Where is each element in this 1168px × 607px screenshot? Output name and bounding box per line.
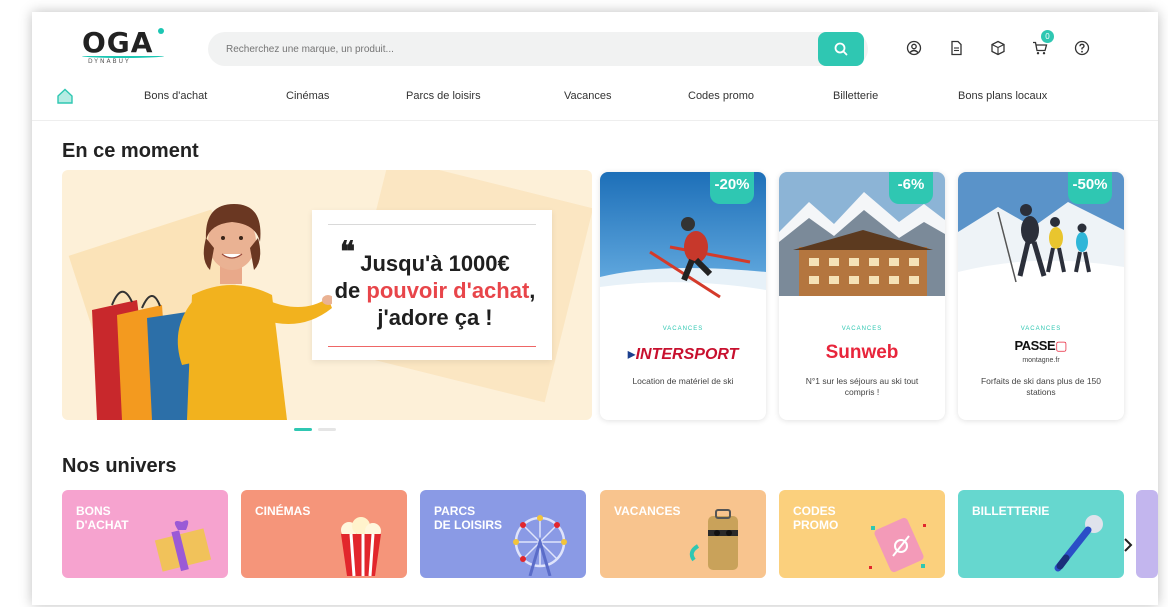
nav-item-parcs-loisirs[interactable]: Parcs de loisirs — [406, 90, 481, 102]
document-icon — [951, 40, 962, 56]
discount-percent: -50% — [1072, 176, 1108, 193]
universe-card-codes-promo[interactable]: CODES PROMO — [779, 490, 945, 578]
nav-item-vacances[interactable]: Vacances — [564, 90, 612, 102]
oga-logo[interactable]: OGA DYNABUY — [82, 26, 164, 76]
section-title-now: En ce moment — [62, 140, 199, 162]
search-icon — [834, 42, 848, 56]
help-icon — [1074, 40, 1090, 56]
hero-quote-card: ❝ Jusqu'à 1000€ de pouvoir d'achat, j'ad… — [312, 210, 552, 360]
deal-card-intersport[interactable]: -20% VACANCES ▸INTERSPORT Location de ma… — [600, 172, 766, 420]
discount-percent: -6% — [897, 176, 925, 193]
hero-line-2-suffix: , — [529, 278, 536, 303]
logo-subtext: DYNABUY — [88, 58, 131, 65]
brand-passe-montagne-logo: PASSE▢ montagne.fr — [958, 338, 1124, 367]
orders-button[interactable] — [944, 36, 968, 60]
brand-intersport-logo: ▸INTERSPORT — [600, 344, 766, 364]
suitcase-character-icon — [689, 509, 738, 570]
chevron-right-icon — [1124, 538, 1133, 552]
carousel-dot-active[interactable] — [294, 428, 312, 431]
microphone-icon — [1054, 515, 1103, 572]
nav-item-billetterie[interactable]: Billetterie — [833, 90, 878, 102]
deal-category: VACANCES — [662, 326, 704, 332]
deal-description: N°1 sur les séjours au ski tout compris … — [805, 376, 919, 397]
discount-badge: -50% — [1068, 172, 1112, 204]
hero-line-2-prefix: de — [334, 278, 367, 303]
nav-item-bons-plans-locaux[interactable]: Bons plans locaux — [958, 90, 1047, 102]
universe-label: BONS D'ACHAT — [76, 504, 129, 532]
universe-label: CODES PROMO — [793, 504, 839, 532]
discount-percent: -20% — [714, 176, 750, 193]
nav-item-cinemas[interactable]: Cinémas — [286, 90, 329, 102]
brand-subtext: montagne.fr — [1022, 357, 1060, 364]
universe-label: PARCS DE LOISIRS — [434, 504, 503, 532]
quote-line-bottom — [328, 346, 536, 347]
promo-ticket-icon — [869, 517, 926, 573]
hero-line-3: j'adore ça ! — [377, 305, 493, 330]
brand-mark-icon: ▢ — [1055, 338, 1068, 353]
deal-description: Location de matériel de ski — [632, 376, 734, 386]
header-icons: 0 — [902, 30, 1094, 60]
deal-card-passe-montagne[interactable]: -50% VACANCES PASSE▢ montagne.fr Forfait… — [958, 172, 1124, 420]
cart-button[interactable]: 0 — [1028, 30, 1054, 60]
brand-name: Sunweb — [825, 342, 899, 363]
logo-dot — [158, 28, 164, 34]
deal-category: VACANCES — [1020, 326, 1062, 332]
universe-card-bons-achat[interactable]: BONS D'ACHAT — [62, 490, 228, 578]
account-button[interactable] — [902, 36, 926, 60]
section-title-universes: Nos univers — [62, 455, 177, 477]
home-icon — [57, 88, 73, 104]
woman-shopping-bags-illustration — [92, 204, 332, 420]
ferris-wheel-icon — [513, 515, 567, 576]
header-divider — [32, 120, 1158, 121]
brand-name: INTERSPORT — [635, 346, 739, 363]
universe-card-partial[interactable] — [1136, 490, 1158, 578]
discount-badge: -20% — [710, 172, 754, 204]
hero-banner[interactable]: ❝ Jusqu'à 1000€ de pouvoir d'achat, j'ad… — [62, 170, 592, 420]
universe-card-vacances[interactable]: VACANCES — [600, 490, 766, 578]
gift-card-icon — [154, 520, 212, 572]
search-button[interactable] — [818, 32, 864, 66]
universe-label: CINÉMAS — [255, 504, 311, 518]
packages-button[interactable] — [986, 36, 1010, 60]
package-icon — [991, 40, 1005, 56]
hero-carousel-dots — [294, 428, 336, 431]
discount-badge: -6% — [889, 172, 933, 204]
deal-category: VACANCES — [841, 326, 883, 332]
site-header: OGA DYNABUY Recherchez une marque, un pr… — [32, 12, 1158, 122]
quote-line-top — [328, 224, 536, 225]
universe-card-parcs-loisirs[interactable]: PARCS DE LOISIRS — [420, 490, 586, 578]
deal-description: Forfaits de ski dans plus de 150 station… — [980, 376, 1101, 397]
deal-card-sunweb[interactable]: -6% VACANCES Sunweb N°1 sur les séjours … — [779, 172, 945, 420]
hero-line-2-highlight: pouvoir d'achat — [366, 278, 530, 303]
help-button[interactable] — [1070, 36, 1094, 60]
popcorn-icon — [341, 517, 381, 576]
brand-name: PASSE — [1014, 338, 1056, 353]
nav-item-bons-achat[interactable]: Bons d'achat — [144, 90, 207, 102]
intersport-chevron-icon: ▸ — [627, 346, 636, 363]
universes-next-button[interactable] — [1120, 534, 1136, 556]
universe-card-billetterie[interactable]: BILLETTERIE — [958, 490, 1124, 578]
main-nav: Bons d'achat Cinémas Parcs de loisirs Va… — [32, 82, 1158, 112]
hero-line-1: Jusqu'à 1000€ — [360, 251, 510, 276]
universe-label: VACANCES — [614, 504, 681, 518]
search-input[interactable] — [208, 32, 868, 66]
cart-count-badge: 0 — [1041, 30, 1054, 43]
home-button[interactable] — [56, 87, 76, 107]
carousel-dot[interactable] — [318, 428, 336, 431]
page-frame: OGA DYNABUY Recherchez une marque, un pr… — [32, 12, 1158, 605]
universe-card-cinemas[interactable]: CINÉMAS — [241, 490, 407, 578]
user-icon — [906, 40, 922, 56]
nav-item-codes-promo[interactable]: Codes promo — [688, 90, 754, 102]
hero-headline: Jusqu'à 1000€ de pouvoir d'achat, j'ador… — [330, 250, 540, 331]
